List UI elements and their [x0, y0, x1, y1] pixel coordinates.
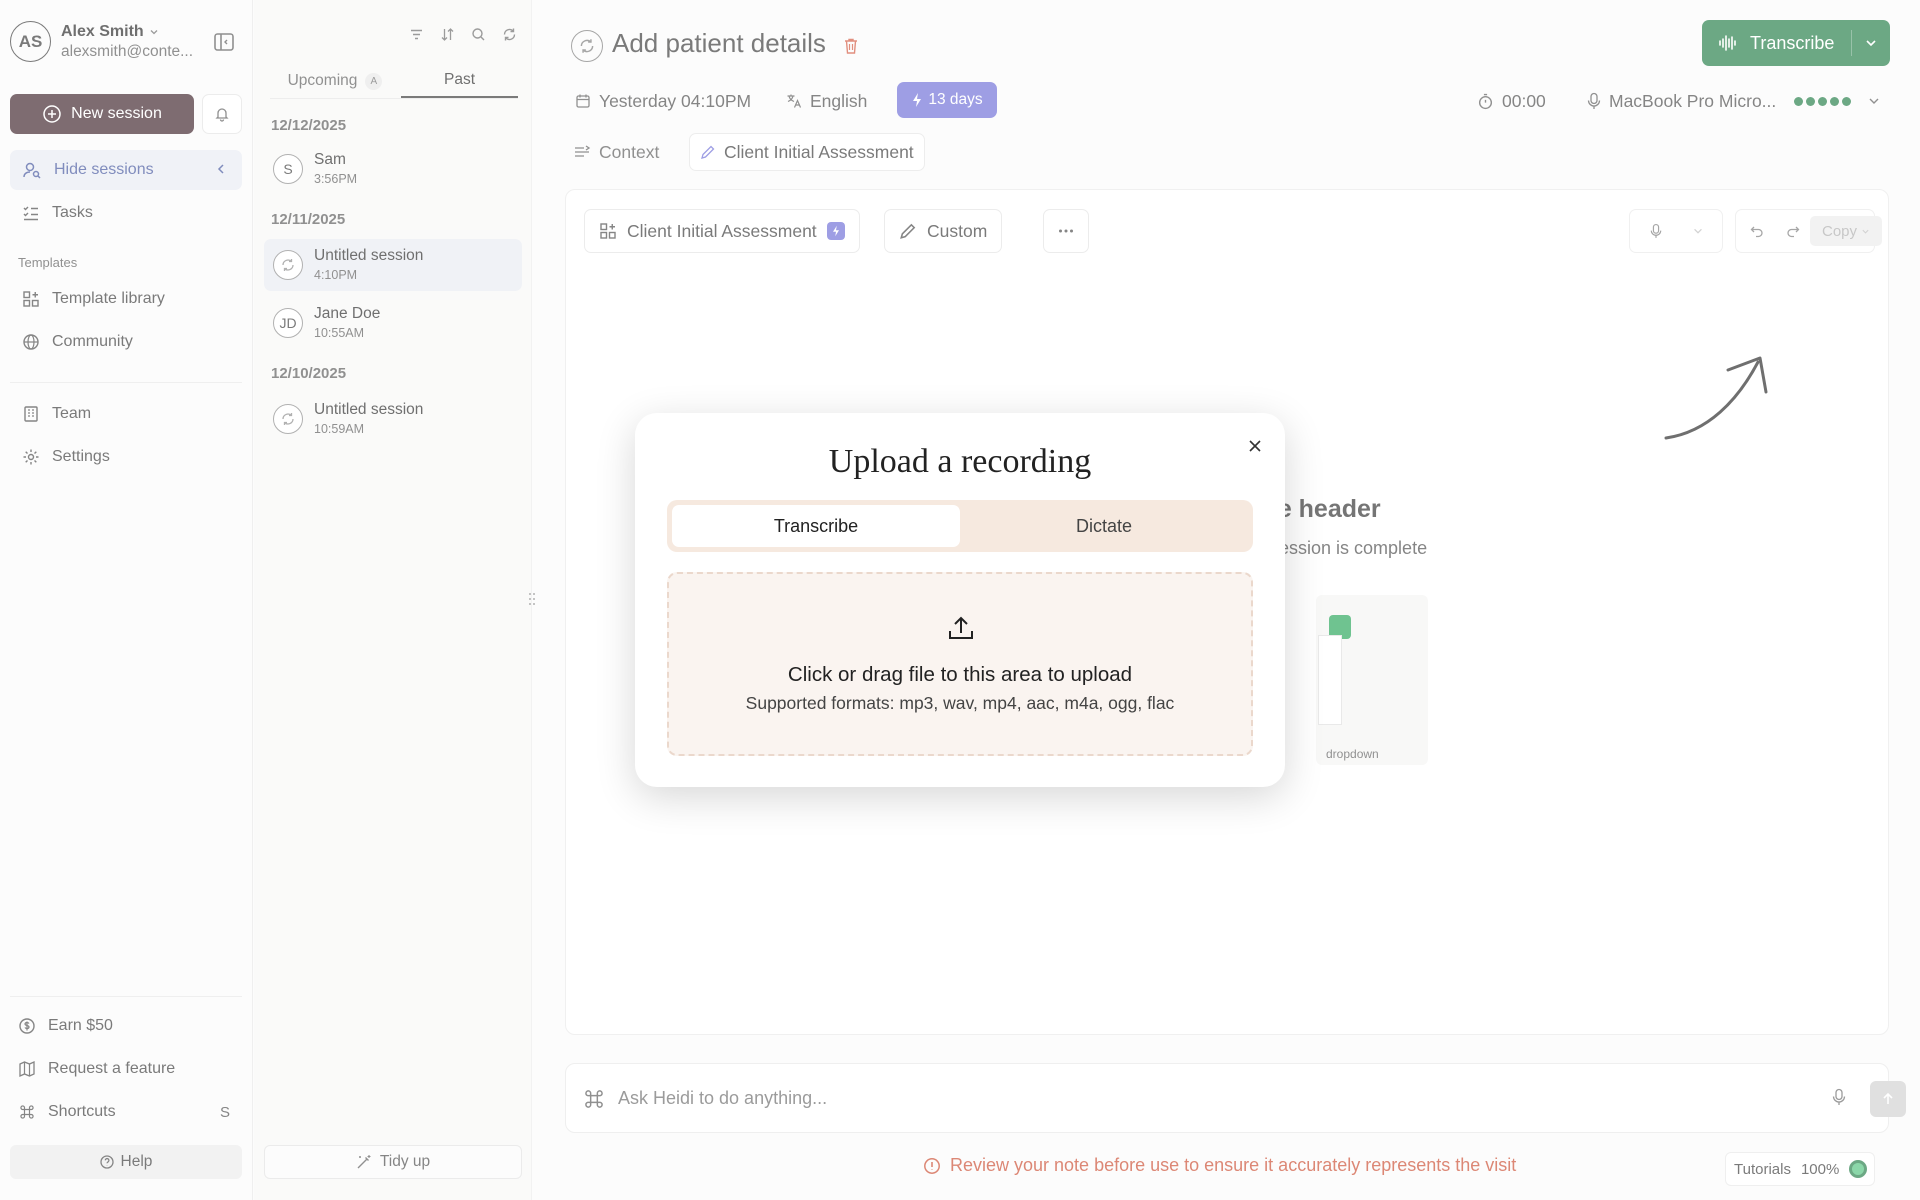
tab-dictate[interactable]: Dictate — [960, 505, 1248, 547]
upload-icon — [947, 614, 975, 642]
upload-dropzone[interactable]: Click or drag file to this area to uploa… — [667, 572, 1253, 756]
tab-transcribe[interactable]: Transcribe — [672, 505, 960, 547]
mode-toggle: Transcribe Dictate — [667, 500, 1253, 552]
modal-title: Upload a recording — [828, 443, 1092, 480]
upload-recording-modal: Upload a recording Transcribe Dictate Cl… — [635, 413, 1285, 787]
dropzone-instruction: Click or drag file to this area to uploa… — [787, 663, 1133, 686]
supported-formats: Supported formats: mp3, wav, mp4, aac, m… — [745, 693, 1175, 713]
